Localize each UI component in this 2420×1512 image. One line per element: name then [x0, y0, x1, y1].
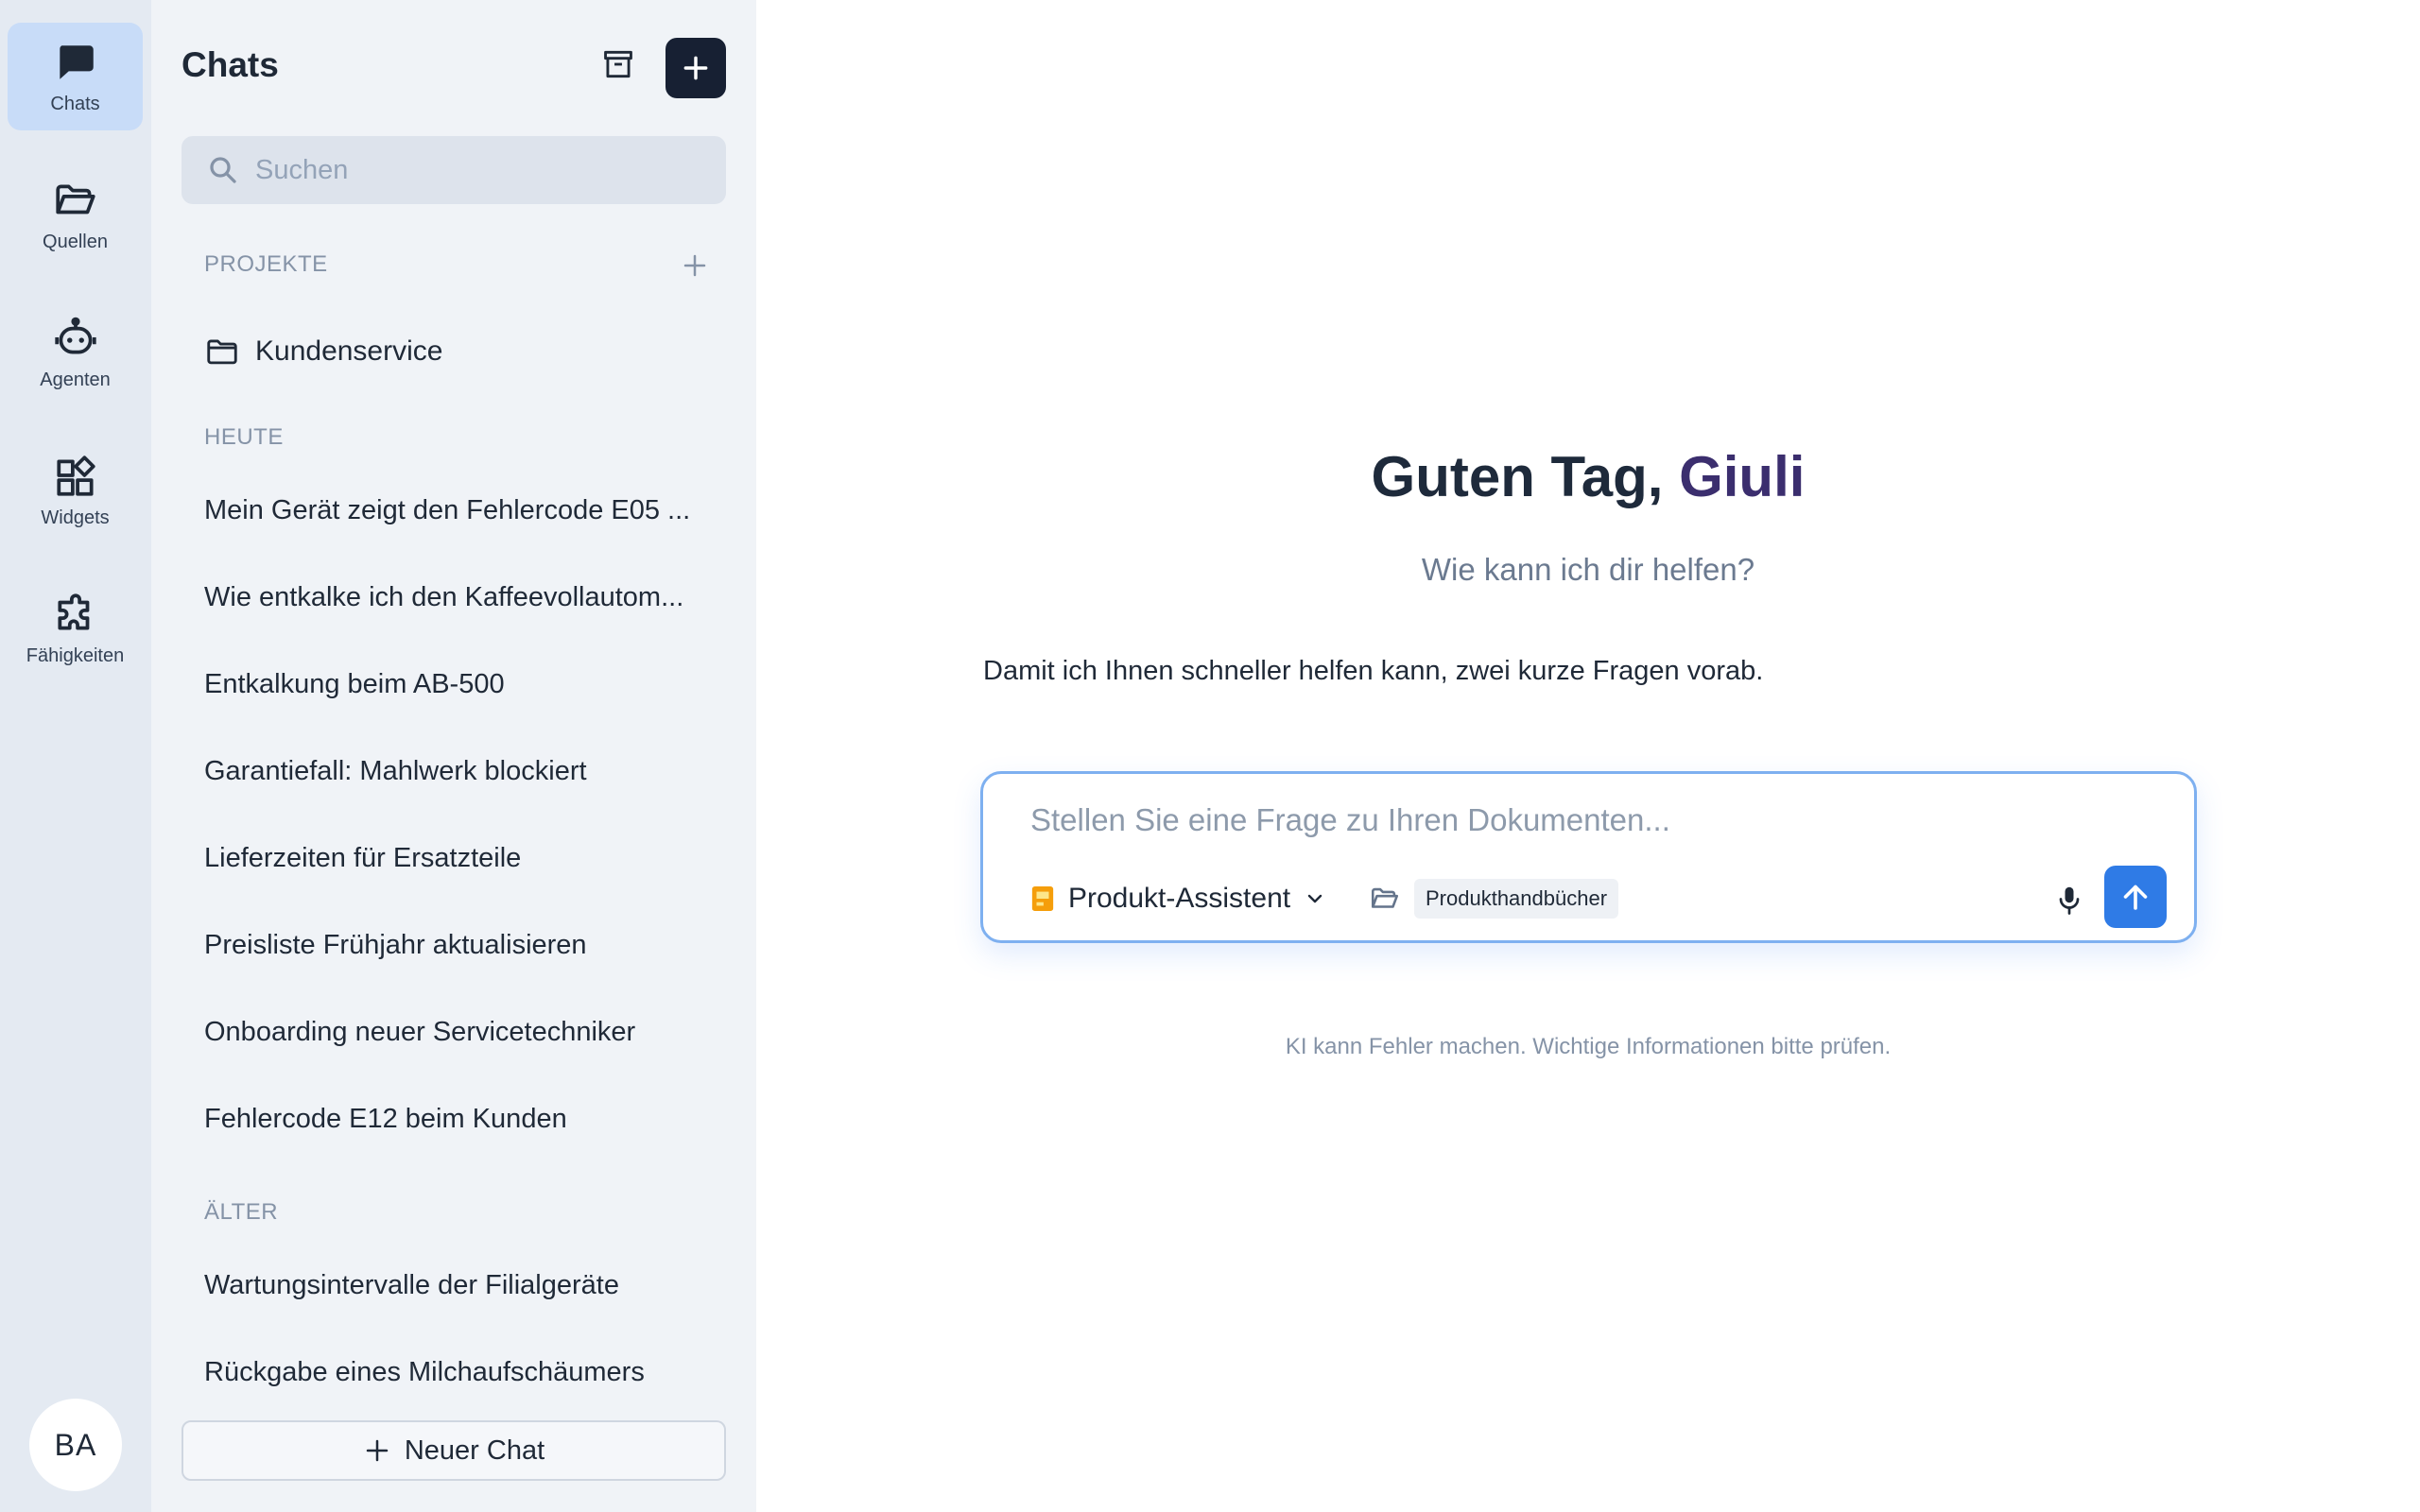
chat-item[interactable]: Lieferzeiten für Ersatzteile [204, 837, 715, 879]
robot-icon [54, 317, 96, 353]
section-label-older: ÄLTER [204, 1199, 279, 1225]
puzzle-icon [57, 593, 89, 629]
main-panel: Guten Tag, Giuli Wie kann ich dir helfen… [756, 0, 2420, 1512]
plus-icon [683, 56, 708, 80]
chat-sidebar: Chats PROJEKTE Kundenservice HEUTE Mein … [151, 0, 756, 1512]
chat-item[interactable]: Rückgabe eines Milchaufschäumers [204, 1351, 715, 1393]
rail-item-label: Chats [50, 93, 100, 114]
assistant-badge-icon [1031, 886, 1054, 911]
search-input[interactable] [255, 154, 709, 186]
agent-selector[interactable]: Produkt-Assistent [1030, 876, 1326, 921]
agent-selector-label: Produkt-Assistent [1068, 883, 1291, 914]
rail-item-sources[interactable]: Quellen [8, 161, 143, 268]
send-button[interactable] [2104, 866, 2167, 928]
greeting-subtitle: Wie kann ich dir helfen? [1421, 552, 1755, 587]
plus-icon [683, 254, 706, 277]
greeting-heading: Guten Tag, Giuli [756, 444, 2420, 509]
rail-item-widgets[interactable]: Widgets [8, 437, 143, 544]
user-avatar[interactable]: BA [29, 1399, 122, 1491]
add-project-button[interactable] [676, 247, 714, 284]
source-chip-label: Produkthandbücher [1414, 879, 1619, 919]
microphone-icon [2059, 886, 2080, 915]
folder-open-icon [55, 184, 95, 214]
rail-item-label: Widgets [41, 507, 110, 528]
message-input[interactable] [1030, 802, 2118, 848]
rail-item-label: Fähigkeiten [26, 644, 125, 666]
projects-section-label: PROJEKTE [204, 251, 328, 277]
chat-item[interactable]: Mein Gerät zeigt den Fehlercode E05 ... [204, 490, 715, 531]
project-item-kundenservice[interactable]: Kundenservice [204, 331, 715, 372]
microphone-button[interactable] [2047, 878, 2092, 923]
folder-icon [207, 339, 237, 365]
ai-disclaimer: KI kann Fehler machen. Wichtige Informat… [1285, 1034, 1892, 1059]
source-selector[interactable]: Produkthandbücher [1369, 878, 1619, 919]
search-icon [210, 157, 236, 183]
chevron-down-icon [1307, 894, 1322, 903]
sidebar-title: Chats [182, 45, 279, 84]
rail-item-label: Quellen [43, 231, 108, 252]
search-box [182, 136, 726, 204]
assistant-intro-message: Damit ich Ihnen schneller helfen kann, z… [983, 656, 1764, 686]
greeting-prefix: Guten Tag, [1371, 445, 1680, 508]
arrow-up-icon [2123, 885, 2148, 910]
plus-icon [366, 1439, 389, 1462]
chat-item[interactable]: Wie entkalke ich den Kaffeevollautom... [204, 576, 715, 618]
project-label: Kundenservice [255, 335, 443, 367]
chat-item[interactable]: Onboarding neuer Servicetechniker [204, 1011, 715, 1053]
new-chat-label: Neuer Chat [404, 1435, 545, 1466]
chat-item[interactable]: Wartungsintervalle der Filialgeräte [204, 1264, 715, 1306]
section-label-today: HEUTE [204, 424, 284, 450]
new-chat-icon-button[interactable] [666, 38, 726, 98]
archive-icon [604, 50, 632, 78]
message-composer: Produkt-Assistent Produkthandbücher [980, 771, 2197, 943]
chat-item[interactable]: Entkalkung beim AB-500 [204, 663, 715, 705]
widgets-icon [56, 455, 95, 496]
greeting-user-name: Giuli [1679, 445, 1806, 508]
archive-button[interactable] [596, 42, 641, 87]
chat-item[interactable]: Garantiefall: Mahlwerk blockiert [204, 750, 715, 792]
app-nav-rail: Chats Quellen Agenten Widgets Fähigkeite… [0, 0, 151, 1512]
new-chat-button[interactable]: Neuer Chat [182, 1420, 726, 1481]
rail-item-chats[interactable]: Chats [8, 23, 143, 130]
folder-open-icon [1371, 887, 1399, 908]
rail-item-label: Agenten [40, 369, 111, 390]
chat-bubble-icon [59, 44, 94, 79]
chat-item[interactable]: Fehlercode E12 beim Kunden [204, 1098, 715, 1140]
rail-item-agents[interactable]: Agenten [8, 299, 143, 406]
chat-item[interactable]: Preisliste Frühjahr aktualisieren [204, 924, 715, 966]
rail-item-skills[interactable]: Fähigkeiten [8, 575, 143, 682]
